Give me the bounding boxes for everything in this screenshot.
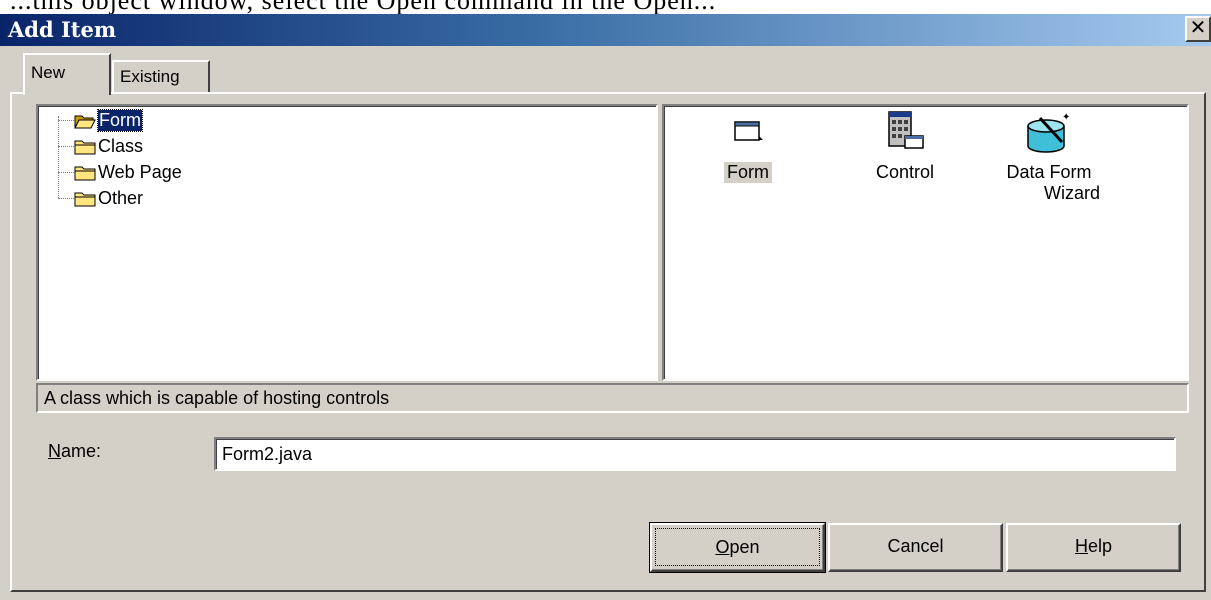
open-button-focus: Open xyxy=(655,528,820,566)
tab-existing[interactable]: Existing xyxy=(112,60,210,92)
title-bar[interactable]: Add Item ✕ xyxy=(0,14,1211,46)
form-icon xyxy=(734,121,763,141)
data-form-wizard-icon: ✦ xyxy=(1027,112,1070,153)
description-bar: A class which is capable of hosting cont… xyxy=(36,383,1189,413)
template-item-control[interactable]: Control xyxy=(850,110,960,183)
tree-item-label: Web Page xyxy=(98,162,182,182)
name-label-accel: N xyxy=(48,441,61,461)
folder-icon xyxy=(74,192,96,207)
help-accel: H xyxy=(1074,536,1088,556)
tab-new-label: New xyxy=(31,63,66,82)
control-icon xyxy=(888,111,924,149)
help-button[interactable]: Help xyxy=(1006,523,1181,572)
name-label: Name: xyxy=(48,441,101,462)
open-folder-icon xyxy=(74,115,96,129)
category-tree[interactable]: Form Class Web Page Other xyxy=(36,104,658,381)
template-item-form[interactable]: Form xyxy=(708,118,788,183)
background-document-strip: ...this object window, select the Open c… xyxy=(0,0,1211,14)
open-accel: O xyxy=(715,537,730,557)
svg-text:✦: ✦ xyxy=(1062,112,1070,123)
tree-item-label: Other xyxy=(98,188,144,208)
background-document-text: ...this object window, select the Open c… xyxy=(10,0,716,14)
add-item-dialog: Add Item ✕ New Existing Form Class Web P… xyxy=(0,14,1211,600)
help-rest: elp xyxy=(1087,536,1113,556)
open-rest: pen xyxy=(729,537,760,557)
template-label-line2: Wizard xyxy=(1043,183,1100,203)
tree-item-web-page[interactable]: Web Page xyxy=(38,162,338,184)
name-input[interactable] xyxy=(214,437,1176,471)
open-button[interactable]: Open xyxy=(649,522,826,573)
close-icon: ✕ xyxy=(1189,17,1207,39)
folder-icon xyxy=(74,166,96,181)
cancel-button[interactable]: Cancel xyxy=(828,523,1003,572)
template-item-data-form-wizard[interactable]: ✦ Data Form Wizard xyxy=(984,110,1114,204)
tree-item-form[interactable]: Form xyxy=(38,109,338,132)
tab-existing-label: Existing xyxy=(120,67,180,86)
tree-item-class[interactable]: Class xyxy=(38,136,338,158)
template-list[interactable]: Form Control ✦ Data Form Wizard xyxy=(662,104,1189,381)
template-label: Control xyxy=(875,162,935,182)
name-label-rest: ame: xyxy=(61,441,102,461)
template-label: Form xyxy=(724,162,772,183)
tree-item-label: Form xyxy=(97,109,143,132)
folder-icon xyxy=(74,140,96,155)
tree-item-other[interactable]: Other xyxy=(38,188,338,210)
close-button[interactable]: ✕ xyxy=(1185,16,1211,42)
tree-item-label: Class xyxy=(98,136,144,156)
tab-new[interactable]: New xyxy=(23,53,111,95)
cancel-label: Cancel xyxy=(887,536,944,556)
dialog-title: Add Item xyxy=(8,17,117,42)
description-text: A class which is capable of hosting cont… xyxy=(44,388,390,408)
template-label-line1: Data Form xyxy=(1006,162,1092,182)
